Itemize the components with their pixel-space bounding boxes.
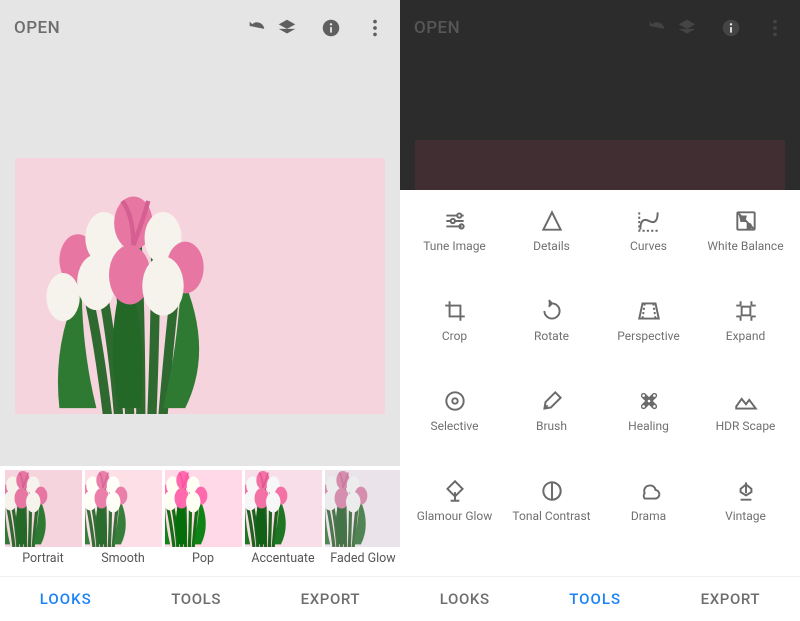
tool-tune-image[interactable]: Tune Image (406, 202, 503, 292)
details-icon (539, 208, 565, 234)
tool-rotate[interactable]: Rotate (503, 292, 600, 382)
look-label: Smooth (101, 551, 145, 566)
more-icon (764, 17, 786, 39)
bottom-tabs-right: LOOKS TOOLS EXPORT (400, 576, 800, 621)
more-icon[interactable] (364, 17, 386, 39)
tab-export[interactable]: EXPORT (701, 590, 761, 608)
healing-icon (636, 388, 662, 414)
look-item-pop[interactable]: Pop (164, 470, 242, 566)
tool-label: Healing (628, 420, 669, 434)
tool-perspective[interactable]: Perspective (600, 292, 697, 382)
tool-brush[interactable]: Brush (503, 382, 600, 472)
info-icon[interactable] (320, 17, 342, 39)
tool-tonal-contrast[interactable]: Tonal Contrast (503, 472, 600, 562)
look-label: Accentuate (251, 551, 314, 566)
tool-white-balance[interactable]: White Balance (697, 202, 794, 292)
tool-drama[interactable]: Drama (600, 472, 697, 562)
looks-strip: Portrait Smooth Pop Accentuate Faded Glo… (0, 466, 400, 576)
tool-label: Crop (442, 330, 467, 344)
tool-selective[interactable]: Selective (406, 382, 503, 472)
look-label: Pop (192, 551, 214, 566)
perspective-icon (636, 298, 662, 324)
tool-label: Selective (431, 420, 479, 434)
open-button: OPEN (414, 18, 646, 38)
tab-tools[interactable]: TOOLS (171, 590, 221, 608)
right-screenshot: OPEN Tune Image Details Curves White Balanc… (400, 0, 800, 621)
open-button[interactable]: OPEN (14, 18, 246, 38)
whitebalance-icon (733, 208, 759, 234)
tool-details[interactable]: Details (503, 202, 600, 292)
undo-icon[interactable] (246, 17, 268, 39)
bottom-tabs-left: LOOKS TOOLS EXPORT (0, 576, 400, 621)
tool-label: Curves (630, 240, 667, 254)
tool-healing[interactable]: Healing (600, 382, 697, 472)
tab-looks[interactable]: LOOKS (440, 590, 490, 608)
hdr-icon (733, 388, 759, 414)
image-canvas[interactable] (0, 56, 400, 466)
tool-label: HDR Scape (716, 420, 776, 434)
tool-label: Tonal Contrast (512, 510, 590, 524)
look-item-smooth[interactable]: Smooth (84, 470, 162, 566)
selective-icon (442, 388, 468, 414)
dimmed-photo-hint (415, 140, 785, 190)
crop-icon (442, 298, 468, 324)
tool-label: White Balance (707, 240, 783, 254)
tool-hdr-scape[interactable]: HDR Scape (697, 382, 794, 472)
look-label: Portrait (22, 551, 64, 566)
vintage-icon (733, 478, 759, 504)
tool-label: Perspective (617, 330, 679, 344)
expand-icon (733, 298, 759, 324)
look-label: Faded Glow (330, 551, 395, 566)
tool-label: Tune Image (423, 240, 486, 254)
tonal-icon (539, 478, 565, 504)
tool-label: Vintage (725, 510, 766, 524)
tab-export[interactable]: EXPORT (301, 590, 361, 608)
tool-label: Details (533, 240, 570, 254)
glamour-icon (442, 478, 468, 504)
tool-label: Rotate (534, 330, 569, 344)
layers-icon[interactable] (276, 17, 298, 39)
tool-label: Expand (726, 330, 765, 344)
tool-vintage[interactable]: Vintage (697, 472, 794, 562)
drama-icon (636, 478, 662, 504)
tool-label: Drama (631, 510, 666, 524)
left-screenshot: OPEN Portrait Smooth (0, 0, 400, 621)
topbar-left: OPEN (0, 0, 400, 56)
tool-label: Brush (536, 420, 567, 434)
look-item-portrait[interactable]: Portrait (4, 470, 82, 566)
curves-icon (636, 208, 662, 234)
undo-icon (646, 17, 668, 39)
tool-label: Glamour Glow (417, 510, 493, 524)
tool-expand[interactable]: Expand (697, 292, 794, 382)
tool-crop[interactable]: Crop (406, 292, 503, 382)
look-item-faded-glow[interactable]: Faded Glow (324, 470, 400, 566)
tab-tools[interactable]: TOOLS (569, 590, 621, 608)
tab-looks[interactable]: LOOKS (40, 590, 92, 608)
tune-icon (442, 208, 468, 234)
info-icon (720, 17, 742, 39)
edited-photo (15, 158, 385, 414)
tools-grid: Tune Image Details Curves White Balance Crop… (400, 190, 800, 576)
tool-glamour-glow[interactable]: Glamour Glow (406, 472, 503, 562)
look-item-accentuate[interactable]: Accentuate (244, 470, 322, 566)
rotate-icon (539, 298, 565, 324)
dimmed-canvas[interactable] (400, 56, 800, 190)
layers-icon (676, 17, 698, 39)
topbar-right: OPEN (400, 0, 800, 56)
brush-icon (539, 388, 565, 414)
tool-curves[interactable]: Curves (600, 202, 697, 292)
